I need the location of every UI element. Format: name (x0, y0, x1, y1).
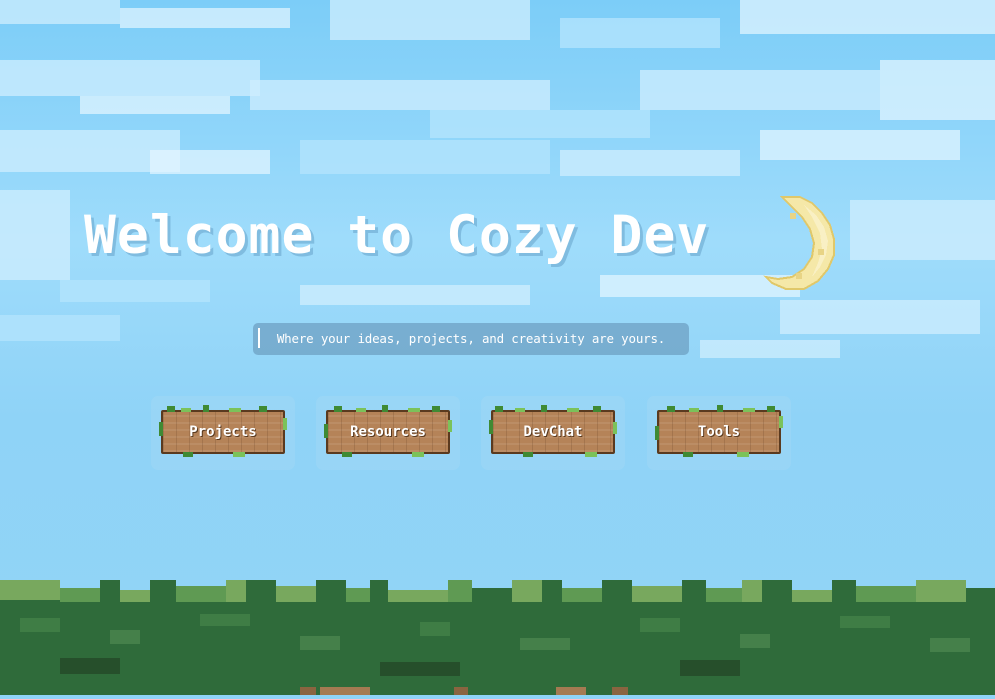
tools-button[interactable]: Tools (655, 405, 783, 457)
text-caret (258, 328, 260, 348)
nav-tile-resources: Resources (316, 396, 460, 470)
tools-label: Tools (697, 424, 741, 440)
nav-tile-tools: Tools (647, 396, 791, 470)
projects-button[interactable]: Projects (159, 405, 287, 457)
devchat-button[interactable]: DevChat (489, 405, 617, 457)
crescent-moon-icon (760, 193, 842, 293)
main-navigation: Projects Resources DevChat Tools (151, 396, 791, 470)
nav-tile-devchat: DevChat (481, 396, 625, 470)
devchat-label: DevChat (523, 424, 583, 440)
page-title: Welcome to Cozy Dev (84, 205, 710, 266)
hero-subtitle: Where your ideas, projects, and creativi… (253, 323, 689, 355)
resources-label: Resources (350, 424, 426, 440)
resources-button[interactable]: Resources (324, 405, 452, 457)
projects-label: Projects (189, 424, 257, 440)
nav-tile-projects: Projects (151, 396, 295, 470)
pixel-grass-foreground (0, 578, 995, 695)
